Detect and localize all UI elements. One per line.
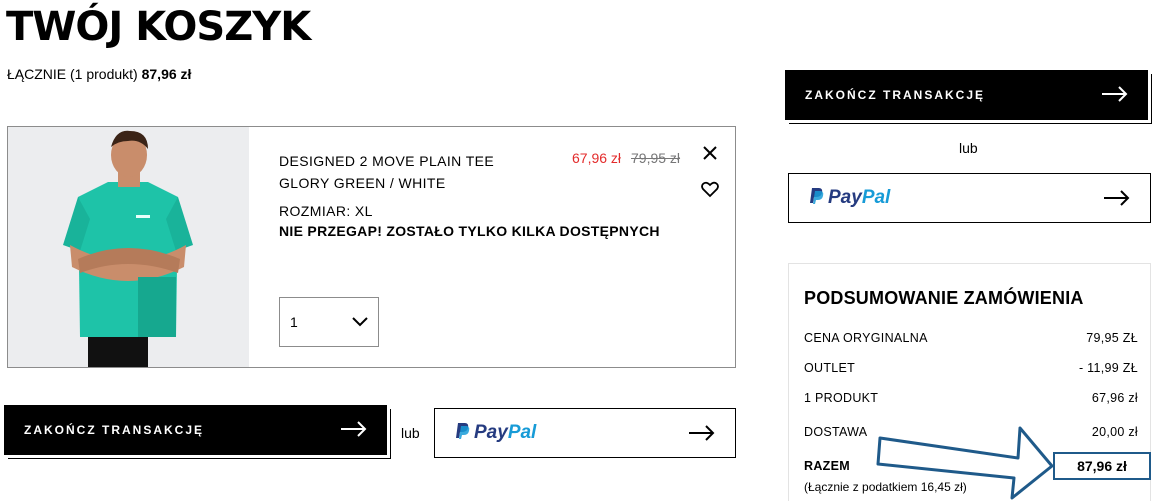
summary-row-value: 67,96 zł [1091, 391, 1138, 405]
summary-row-products: 1 PRODUKT 67,96 zł [804, 391, 1138, 405]
product-card: DESIGNED 2 MOVE PLAIN TEE GLORY GREEN / … [7, 126, 736, 368]
product-photo [8, 127, 249, 367]
checkout-button-label: ZAKOŃCZ TRANSAKCJĘ [24, 423, 204, 437]
cart-total-text: 87,96 zł [141, 66, 192, 82]
product-color-line: GLORY GREEN / WHITE [279, 175, 446, 191]
summary-row-original-price: CENA ORYGINALNA 79,95 ZŁ [804, 331, 1138, 345]
or-separator: lub [401, 425, 420, 441]
or-separator: lub [959, 140, 978, 156]
paypal-text-pay: Pay [828, 187, 862, 208]
paypal-logo: PayPal [455, 422, 536, 444]
heart-icon [701, 181, 719, 198]
chevron-down-icon [352, 317, 368, 327]
paypal-text-pay: Pay [474, 422, 508, 443]
summary-row-label: OUTLET [804, 361, 856, 375]
checkout-button-top[interactable]: ZAKOŃCZ TRANSAKCJĘ [785, 70, 1148, 120]
cart-summary-line: ŁĄCZNIE (1 produkt) 87,96 zł [7, 66, 191, 82]
close-icon [703, 146, 717, 160]
paypal-text-pal: Pal [507, 422, 537, 443]
size-label: ROZMIAR: XL [279, 203, 373, 219]
checkout-button-label: ZAKOŃCZ TRANSAKCJĘ [805, 88, 985, 102]
summary-row-value: 20,00 zł [1091, 425, 1138, 439]
paypal-logo-icon [810, 188, 824, 204]
summary-total-value: 87,96 zł [1053, 452, 1151, 480]
quantity-value: 1 [290, 314, 298, 330]
paypal-button-bottom[interactable]: PayPal [434, 408, 736, 458]
order-summary-title: PODSUMOWANIE ZAMÓWIENIA [804, 288, 1084, 308]
original-price: 79,95 zł [631, 150, 681, 166]
paypal-logo: PayPal [809, 187, 890, 209]
annotation-arrow-icon [876, 426, 1054, 500]
paypal-text-pal: Pal [861, 187, 891, 208]
quantity-select[interactable]: 1 [279, 297, 379, 347]
sale-price: 67,96 zł [572, 150, 622, 166]
remove-item-button[interactable] [700, 143, 720, 163]
arrow-right-icon [1102, 86, 1128, 102]
checkout-button-bottom[interactable]: ZAKOŃCZ TRANSAKCJĘ [4, 405, 387, 455]
page-title: TWÓJ KOSZYK [6, 4, 311, 50]
wishlist-button[interactable] [700, 179, 720, 199]
summary-row-value: 79,95 ZŁ [1086, 331, 1138, 345]
product-name[interactable]: DESIGNED 2 MOVE PLAIN TEE GLORY GREEN / … [279, 150, 494, 194]
low-stock-warning: NIE PRZEGAP! ZOSTAŁO TYLKO KILKA DOSTĘPN… [279, 223, 660, 239]
product-image[interactable] [8, 127, 249, 367]
cart-count-text: ŁĄCZNIE (1 produkt) [7, 66, 138, 82]
summary-row-label: DOSTAWA [804, 425, 868, 439]
summary-row-label: CENA ORYGINALNA [804, 331, 928, 345]
arrow-right-icon [689, 425, 715, 441]
paypal-logo-icon [456, 423, 470, 439]
paypal-button-top[interactable]: PayPal [788, 173, 1151, 223]
arrow-right-icon [341, 421, 367, 437]
product-name-line: DESIGNED 2 MOVE PLAIN TEE [279, 153, 495, 169]
summary-row-outlet: OUTLET - 11,99 ZŁ [804, 361, 1138, 375]
summary-row-value: - 11,99 ZŁ [1078, 361, 1138, 375]
arrow-right-icon [1104, 190, 1130, 206]
summary-row-label: 1 PRODUKT [804, 391, 879, 405]
